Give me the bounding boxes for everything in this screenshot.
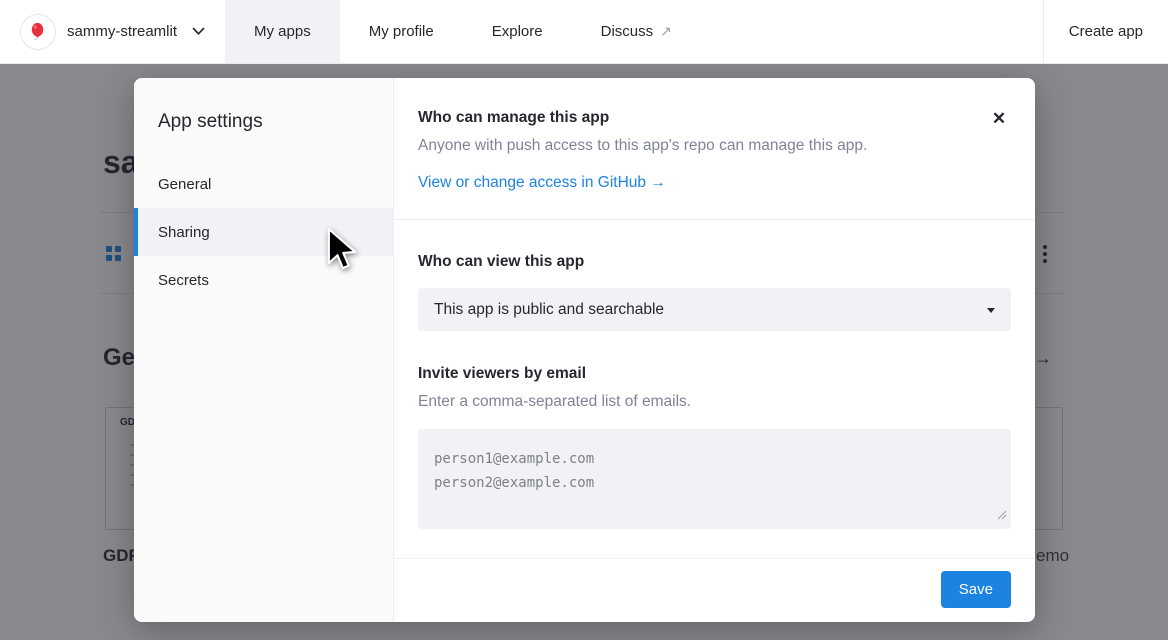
navbar-right: Create app bbox=[1043, 0, 1168, 63]
create-app-button[interactable]: Create app bbox=[1043, 0, 1168, 63]
tab-label: My profile bbox=[369, 23, 434, 40]
manage-section-title: Who can manage this app bbox=[418, 109, 975, 127]
settings-title: App settings bbox=[134, 78, 393, 160]
visibility-dropdown[interactable]: This app is public and searchable bbox=[418, 288, 1011, 331]
streamlit-balloon-logo bbox=[20, 14, 56, 50]
close-icon[interactable]: ✕ bbox=[989, 109, 1009, 129]
tab-explore[interactable]: Explore bbox=[463, 0, 572, 63]
tab-label: Discuss bbox=[601, 23, 654, 40]
chevron-down-icon bbox=[192, 27, 205, 36]
tab-my-profile[interactable]: My profile bbox=[340, 0, 463, 63]
top-navbar: sammy-streamlit My apps My profile Explo… bbox=[0, 0, 1168, 64]
sidebar-item-sharing[interactable]: Sharing bbox=[134, 208, 393, 256]
manage-section: Who can manage this app Anyone with push… bbox=[394, 78, 1035, 220]
create-app-label: Create app bbox=[1069, 23, 1143, 40]
workspace-switcher[interactable]: sammy-streamlit bbox=[0, 0, 225, 63]
save-button[interactable]: Save bbox=[941, 571, 1011, 608]
invite-emails-textarea[interactable] bbox=[418, 429, 1011, 529]
sidebar-item-label: Secrets bbox=[158, 272, 209, 289]
tab-my-apps[interactable]: My apps bbox=[225, 0, 340, 63]
tab-label: Explore bbox=[492, 23, 543, 40]
sidebar-item-general[interactable]: General bbox=[134, 160, 393, 208]
manage-section-description: Anyone with push access to this app's re… bbox=[418, 137, 975, 155]
modal-footer: Save bbox=[394, 558, 1035, 622]
sidebar-item-label: Sharing bbox=[158, 224, 210, 241]
sidebar-item-secrets[interactable]: Secrets bbox=[134, 256, 393, 304]
invite-section-title: Invite viewers by email bbox=[418, 365, 1011, 383]
chevron-down-icon bbox=[987, 308, 995, 313]
view-section-title: Who can view this app bbox=[418, 253, 1011, 271]
external-link-icon: ↗ bbox=[660, 23, 672, 40]
visibility-dropdown-value: This app is public and searchable bbox=[434, 301, 664, 319]
workspace-name: sammy-streamlit bbox=[67, 23, 177, 40]
sidebar-item-label: General bbox=[158, 176, 211, 193]
resize-handle[interactable] bbox=[997, 507, 1007, 525]
tab-discuss[interactable]: Discuss ↗ bbox=[572, 0, 701, 63]
app-settings-modal: App settings General Sharing Secrets Who… bbox=[134, 78, 1035, 622]
invite-emails-field-wrap bbox=[418, 429, 1011, 529]
invite-section-description: Enter a comma-separated list of emails. bbox=[418, 393, 1011, 411]
settings-sidebar: App settings General Sharing Secrets bbox=[134, 78, 394, 622]
github-access-link[interactable]: View or change access in GitHub → bbox=[418, 174, 666, 192]
view-section: Who can view this app This app is public… bbox=[394, 220, 1035, 558]
tab-label: My apps bbox=[254, 23, 311, 40]
settings-main-panel: Who can manage this app Anyone with push… bbox=[394, 78, 1035, 622]
balloon-icon bbox=[27, 21, 49, 43]
nav-tabs: My apps My profile Explore Discuss ↗ bbox=[225, 0, 701, 63]
